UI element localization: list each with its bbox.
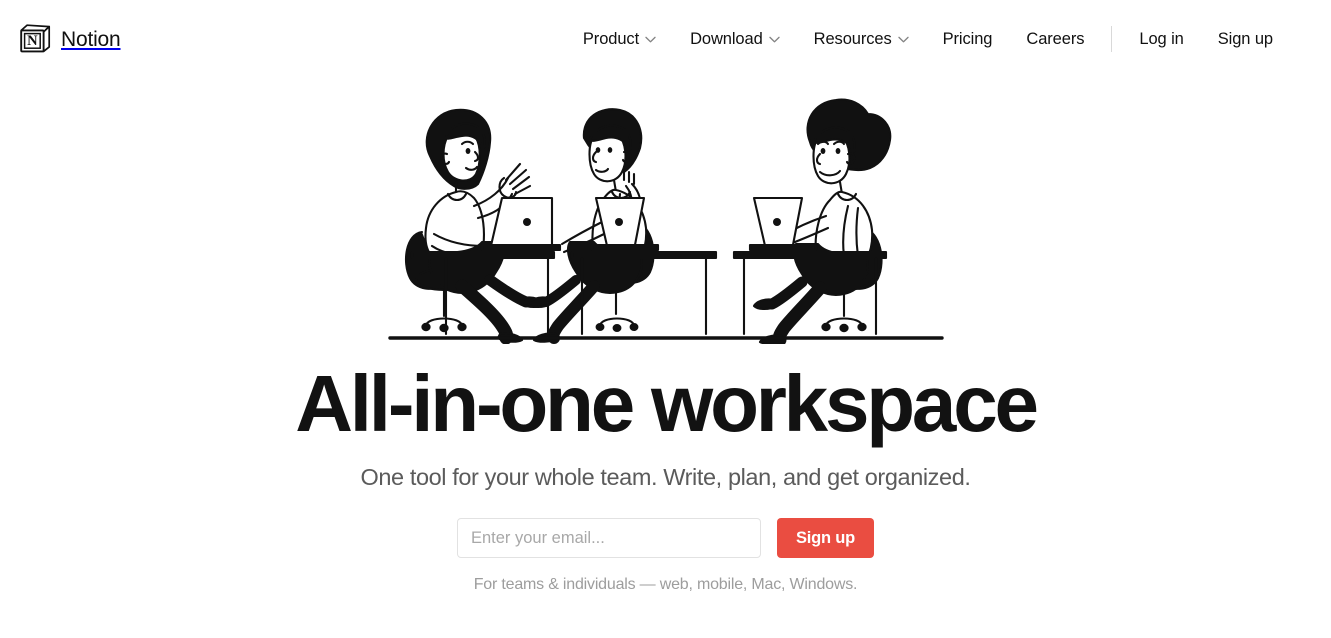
hero-section: All-in-one workspace One tool for your w… bbox=[0, 78, 1331, 638]
brand-logo-link[interactable]: N Notion bbox=[18, 22, 121, 56]
nav-item-careers[interactable]: Careers bbox=[1009, 31, 1101, 48]
nav-item-label: Resources bbox=[813, 29, 892, 48]
chevron-down-icon bbox=[645, 36, 656, 43]
nav-item-label: Product bbox=[582, 29, 640, 48]
signup-label: Sign up bbox=[1217, 29, 1273, 48]
signup-form: Sign up bbox=[456, 518, 875, 559]
email-input[interactable] bbox=[456, 518, 761, 559]
login-label: Log in bbox=[1139, 29, 1184, 48]
chevron-down-icon bbox=[768, 36, 780, 43]
login-link[interactable]: Log in bbox=[1122, 31, 1200, 48]
nav-item-label: Download bbox=[690, 29, 763, 48]
signup-fineprint: For teams & individuals — web, mobile, M… bbox=[473, 576, 858, 594]
nav-item-resources[interactable]: Resources bbox=[797, 31, 926, 48]
site-header: N Notion Product Download Resources Pric… bbox=[0, 0, 1331, 78]
svg-text:N: N bbox=[27, 33, 38, 49]
main-navigation: Product Download Resources Pricing Caree… bbox=[566, 0, 1273, 78]
nav-item-label: Pricing bbox=[942, 29, 993, 48]
three-people-at-desks-with-laptops-illustration bbox=[387, 98, 944, 344]
signup-link[interactable]: Sign up bbox=[1201, 31, 1273, 48]
chevron-down-icon bbox=[897, 36, 909, 43]
nav-item-product[interactable]: Product bbox=[566, 31, 673, 48]
page-headline: All-in-one workspace bbox=[295, 359, 1039, 448]
nav-item-download[interactable]: Download bbox=[673, 31, 797, 48]
nav-divider bbox=[1111, 26, 1113, 52]
page-subheadline: One tool for your whole team. Write, pla… bbox=[360, 464, 971, 490]
brand-name: Notion bbox=[61, 27, 121, 51]
signup-submit-button[interactable]: Sign up bbox=[776, 518, 875, 559]
nav-item-label: Careers bbox=[1026, 29, 1085, 48]
notion-cube-icon: N bbox=[18, 22, 52, 56]
nav-item-pricing[interactable]: Pricing bbox=[926, 31, 1010, 48]
